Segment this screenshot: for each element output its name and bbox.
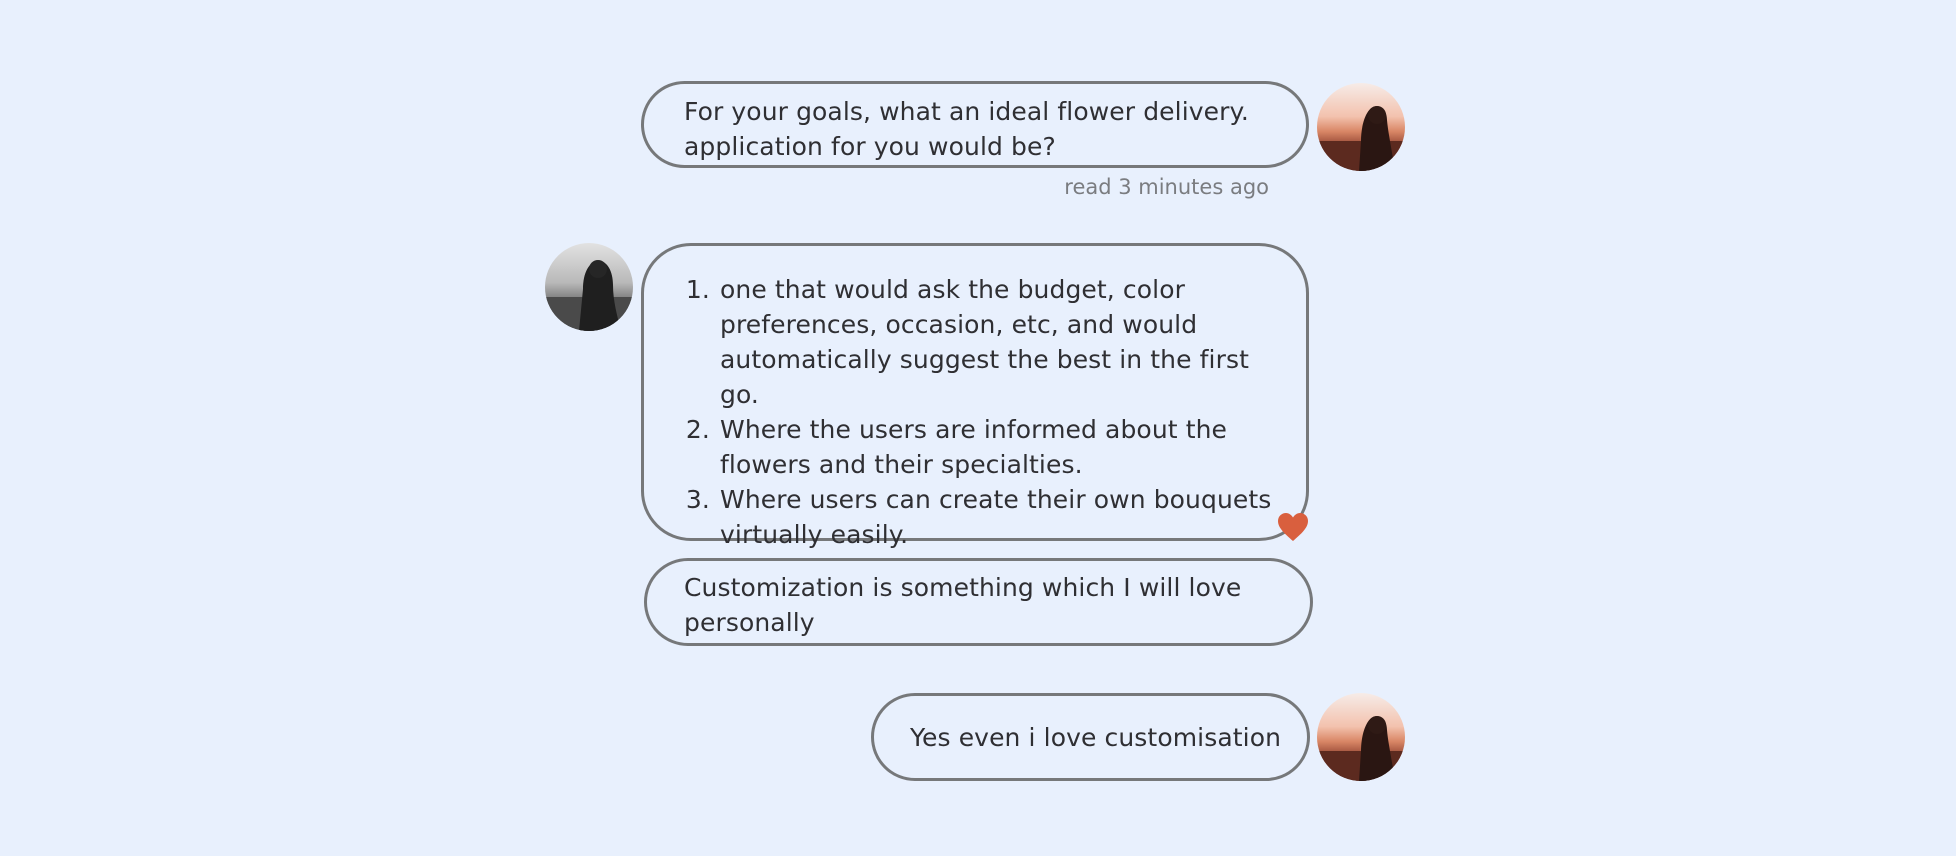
message-bubble-outgoing[interactable]: Yes even i love customisation xyxy=(871,693,1310,781)
avatar-recipient[interactable] xyxy=(545,243,633,331)
list-item: Where users can create their own bouquet… xyxy=(718,482,1286,552)
heart-reaction xyxy=(1278,513,1308,541)
read-receipt: read 3 minutes ago xyxy=(1064,175,1269,199)
avatar-photo xyxy=(1317,83,1405,171)
avatar-sender[interactable] xyxy=(1317,83,1405,171)
message-text: Customization is something which I will … xyxy=(684,573,1242,637)
heart-icon[interactable] xyxy=(1277,512,1309,542)
avatar-photo xyxy=(545,243,633,331)
message-bubble-incoming[interactable]: one that would ask the budget, color pre… xyxy=(641,243,1309,549)
avatar-photo xyxy=(1317,693,1405,781)
list-item: one that would ask the budget, color pre… xyxy=(718,272,1286,412)
message-text: For your goals, what an ideal flower del… xyxy=(684,97,1249,161)
message-bubble-outgoing[interactable]: For your goals, what an ideal flower del… xyxy=(641,81,1309,168)
message-list: one that would ask the budget, color pre… xyxy=(684,272,1286,552)
message-bubble-incoming[interactable]: Customization is something which I will … xyxy=(644,558,1313,646)
list-item: Where the users are informed about the f… xyxy=(718,412,1286,482)
avatar-sender[interactable] xyxy=(1317,693,1405,781)
message-text: Yes even i love customisation xyxy=(910,722,1282,752)
